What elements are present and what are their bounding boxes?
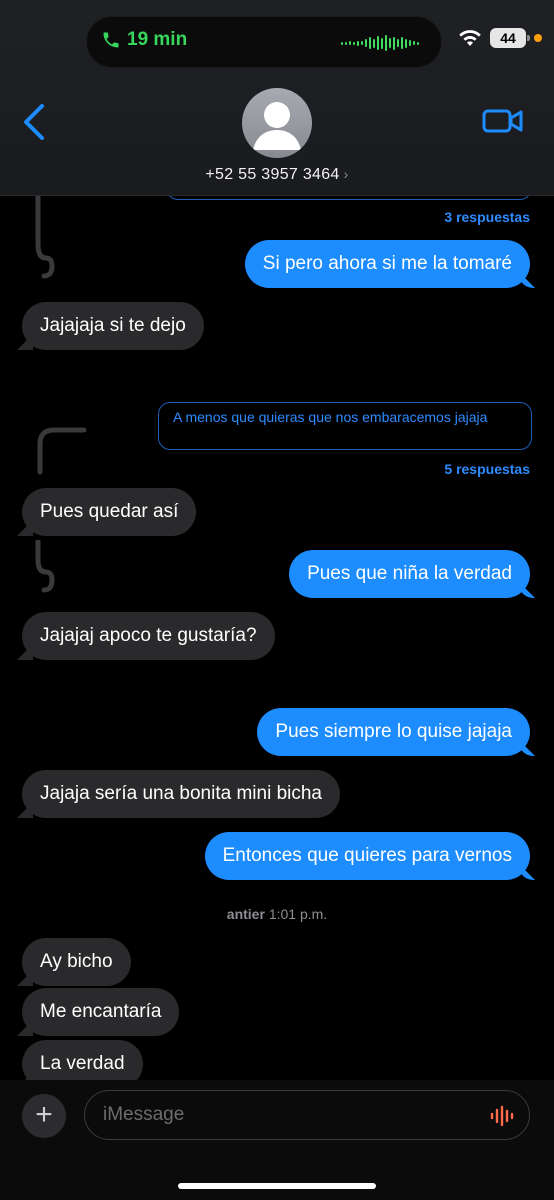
thread-connector-line [35, 540, 55, 593]
contact-number: +52 55 3957 3464 [205, 166, 340, 183]
audio-waveform-icon[interactable] [489, 1105, 515, 1127]
contact-avatar[interactable] [242, 88, 312, 158]
back-chevron-icon[interactable] [18, 102, 50, 142]
chevron-right-icon: › [343, 166, 349, 182]
message-input-placeholder: iMessage [103, 1104, 185, 1125]
active-call-indicator[interactable]: 19 min [101, 29, 187, 51]
message-bubble-outgoing[interactable]: Pues siempre lo quise jajaja [257, 708, 530, 756]
person-silhouette-icon [253, 102, 301, 150]
message-bubble-incoming[interactable]: Jajajaj apoco te gustaría? [22, 612, 275, 660]
message-bubble-incoming[interactable]: Jajaja sería una bonita mini bicha [22, 770, 341, 818]
composer-bar: + iMessage [0, 1080, 554, 1200]
status-bar: 19 min 44 [0, 0, 554, 80]
message-input[interactable]: iMessage [84, 1090, 530, 1140]
dynamic-island[interactable]: 19 min [86, 16, 442, 68]
message-bubble-incoming[interactable]: Pues quedar así [22, 488, 197, 536]
message-bubble-incoming[interactable]: Me encantaría [22, 988, 180, 1036]
battery-level: 44 [500, 30, 516, 46]
message-timestamp: antier 1:01 p.m. [0, 906, 554, 922]
video-call-icon[interactable] [482, 106, 524, 136]
call-duration: 19 min [127, 29, 188, 50]
home-indicator[interactable] [178, 1183, 376, 1189]
thread-replies-link[interactable]: 5 respuestas [444, 461, 530, 477]
message-bubble-outgoing[interactable]: Entonces que quieres para vernos [204, 832, 530, 880]
message-bubble-incoming[interactable]: Ay bicho [22, 938, 131, 986]
message-bubble-outgoing[interactable]: Si pero ahora si me la tomaré [244, 240, 530, 288]
message-bubble-incoming[interactable]: Jajajaja si te dejo [22, 302, 204, 350]
contact-name-button[interactable]: +52 55 3957 3464 › [0, 166, 554, 184]
phone-icon [103, 32, 119, 48]
plus-icon[interactable]: + [22, 1094, 66, 1138]
privacy-indicator-dot [534, 34, 542, 42]
system-icons: 44 [458, 28, 542, 48]
thread-replies-link[interactable]: 3 respuestas [444, 209, 530, 225]
call-waveform-icon [341, 35, 419, 51]
thread-preview-message[interactable]: A menos que quieras que nos embaracemos … [158, 402, 532, 450]
battery-icon: 44 [490, 28, 530, 48]
wifi-icon [459, 30, 481, 46]
timestamp-day: antier [226, 906, 265, 922]
message-bubble-outgoing[interactable]: Pues que niña la verdad [289, 550, 530, 598]
thread-connector-line [35, 196, 55, 279]
thread-connector-line [37, 427, 87, 475]
timestamp-time: 1:01 p.m. [268, 906, 328, 922]
message-list[interactable]: 3 respuestas Si pero ahora si me la toma… [0, 186, 554, 1088]
